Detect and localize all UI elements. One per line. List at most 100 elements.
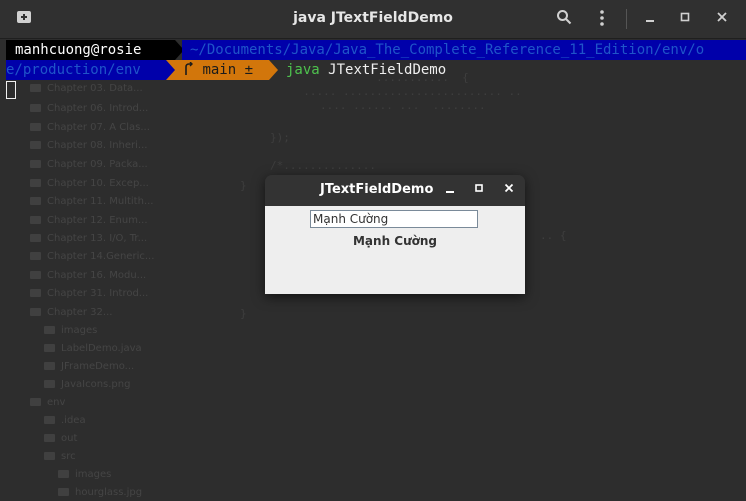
tree-item-label: Chapter 08. Inheri... xyxy=(47,140,148,151)
command-name: java xyxy=(286,62,320,78)
background-code-line: } xyxy=(240,179,247,192)
swing-minimize-icon[interactable] xyxy=(441,181,459,199)
folder-icon xyxy=(58,470,69,478)
tree-item: JavaIcons.png xyxy=(44,379,130,395)
tree-item: images xyxy=(44,325,97,341)
tree-item: hourglass.jpg xyxy=(58,487,142,501)
tree-item: Chapter 32... xyxy=(30,307,112,323)
tree-item: images xyxy=(58,469,111,485)
folder-icon xyxy=(30,308,41,316)
name-text-field[interactable] xyxy=(310,210,478,228)
swing-maximize-icon-svg xyxy=(475,184,483,192)
terminal-cursor xyxy=(6,81,16,99)
tree-item-label: JavaIcons.png xyxy=(61,379,131,390)
git-branch-label: main ± xyxy=(202,62,254,78)
maximize-icon[interactable] xyxy=(675,9,695,29)
command-argument: JTextFieldDemo xyxy=(328,62,447,78)
background-code-line: }); xyxy=(270,131,290,144)
swing-maximize-icon[interactable] xyxy=(470,181,488,199)
folder-icon xyxy=(30,271,41,279)
tree-item-label: hourglass.jpg xyxy=(75,487,143,498)
tree-item: Chapter 12. Enum... xyxy=(30,215,148,231)
git-branch-icon-svg xyxy=(185,61,193,75)
folder-icon xyxy=(30,141,41,149)
minimize-icon-svg xyxy=(646,20,654,22)
folder-icon xyxy=(44,452,55,460)
window-title: java JTextFieldDemo xyxy=(293,10,453,26)
powerline-separator xyxy=(166,60,175,80)
tree-item-label: Chapter 09. Packa... xyxy=(47,159,148,170)
background-code-line: .. { xyxy=(540,229,567,242)
folder-icon xyxy=(44,434,55,442)
folder-icon xyxy=(30,398,41,406)
tree-item-label: src xyxy=(61,451,76,462)
tree-item: Chapter 11. Multith... xyxy=(30,196,153,212)
prompt-line-2: e/production/env main ± java JTextFieldD… xyxy=(6,60,746,80)
file-icon xyxy=(44,362,55,370)
close-icon-svg xyxy=(717,12,727,22)
maximize-icon-svg xyxy=(680,12,690,22)
swing-window-titlebar[interactable]: JTextFieldDemo xyxy=(265,175,525,206)
folder-icon xyxy=(44,416,55,424)
tree-item-label: Chapter 16. Modu... xyxy=(47,270,147,281)
background-code-line: ..... ........................ .. xyxy=(290,85,522,98)
folder-icon xyxy=(30,252,41,260)
background-code-line: /*.............. xyxy=(270,159,376,172)
prompt-path: ~/Documents/Java/Java_The_Complete_Refer… xyxy=(182,40,746,60)
file-icon xyxy=(58,488,69,496)
tree-item: Chapter 10. Excep... xyxy=(30,178,149,194)
folder-icon xyxy=(30,104,41,112)
folder-icon xyxy=(30,179,41,187)
folder-icon xyxy=(30,289,41,297)
terminal-titlebar: java JTextFieldDemo xyxy=(0,0,746,39)
echo-label: Mạnh Cường xyxy=(352,234,438,248)
tree-item-label: Chapter 12. Enum... xyxy=(47,215,148,226)
folder-icon xyxy=(44,326,55,334)
swing-close-icon-svg xyxy=(504,183,514,193)
tree-item-label: Chapter 13. I/O, Tr... xyxy=(47,233,148,244)
command-line: java JTextFieldDemo xyxy=(286,60,446,80)
tree-item: LabelDemo.java xyxy=(44,343,142,359)
tree-item-label: Chapter 10. Excep... xyxy=(47,178,149,189)
folder-icon xyxy=(30,234,41,242)
jtextfielddemo-window: JTextFieldDemo Mạnh Cường xyxy=(265,175,525,294)
tree-item: Chapter 06. Introd... xyxy=(30,103,148,119)
tree-item-label: Chapter 14.Generic... xyxy=(47,251,155,262)
file-icon xyxy=(44,344,55,352)
swing-close-icon[interactable] xyxy=(500,181,518,199)
folder-icon xyxy=(30,84,41,92)
git-branch-icon xyxy=(184,61,202,78)
kebab-menu-icon-svg xyxy=(600,10,604,26)
minimize-icon[interactable] xyxy=(640,9,660,29)
tree-item: Chapter 31. Introd... xyxy=(30,288,148,304)
powerline-separator xyxy=(269,60,278,80)
folder-icon xyxy=(30,197,41,205)
prompt-line-1: manhcuong@rosie ~/Documents/Java/Java_Th… xyxy=(6,40,746,60)
tree-item: JFrameDemo... xyxy=(44,361,134,377)
tree-item: env xyxy=(30,397,65,413)
tree-item-label: out xyxy=(61,433,78,444)
kebab-menu-icon[interactable] xyxy=(592,9,612,32)
tree-item-label: JFrameDemo... xyxy=(61,361,135,372)
prompt-git-segment: main ± xyxy=(175,60,269,80)
search-icon[interactable] xyxy=(554,9,574,30)
search-icon-svg xyxy=(557,10,572,25)
prompt-user-host: manhcuong@rosie xyxy=(6,40,175,60)
tree-item: Chapter 16. Modu... xyxy=(30,270,146,286)
tree-item-label: Chapter 07. A Clas... xyxy=(47,122,150,133)
tree-item-label: Chapter 32... xyxy=(47,307,113,318)
tree-item: .idea xyxy=(44,415,86,431)
tree-item-label: Chapter 11. Multith... xyxy=(47,196,154,207)
tree-item-label: .idea xyxy=(61,415,86,426)
tree-item-label: Chapter 06. Introd... xyxy=(47,103,149,114)
prompt-path-continued: e/production/env xyxy=(6,60,166,80)
background-code-line: } xyxy=(240,307,247,320)
background-code-line: .... ...... ... ........ xyxy=(320,99,486,112)
folder-icon xyxy=(30,160,41,168)
tree-item: Chapter 08. Inheri... xyxy=(30,140,147,156)
tree-item-label: images xyxy=(61,325,98,336)
file-icon xyxy=(44,380,55,388)
close-icon[interactable] xyxy=(712,9,732,29)
titlebar-separator xyxy=(626,9,627,29)
swing-window-title: JTextFieldDemo xyxy=(320,182,434,197)
